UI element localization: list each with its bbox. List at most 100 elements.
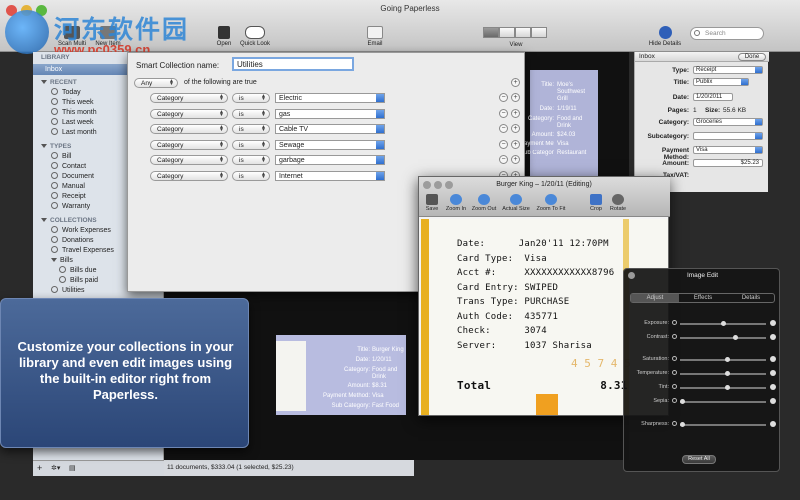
match-any-select[interactable]: Any ▲ ▼ [134,78,178,88]
payment-select[interactable]: Visa [693,146,763,154]
subcategory-select[interactable] [693,132,763,140]
remove-rule-button[interactable]: − [499,139,508,149]
sidebar-item-bills-due[interactable]: Bills due [51,266,114,276]
remove-rule-button[interactable]: − [499,155,508,164]
slider-track[interactable] [680,422,766,427]
collection-name-input[interactable]: Utilities [232,57,354,71]
editor-minimize-button[interactable] [434,181,442,189]
editor-save-button[interactable]: Save [421,194,443,212]
slider-knob[interactable] [724,371,730,376]
rule-operator-select[interactable]: is▲▼ [232,93,270,103]
slider-track[interactable] [680,335,766,340]
view-columns-button[interactable] [515,27,531,38]
sidebar-item-work-expenses[interactable]: Work Expenses [51,226,114,236]
rule-operator-select[interactable]: is▲▼ [232,139,270,150]
add-rule-button[interactable]: + [511,108,520,118]
slider-knob[interactable] [680,422,685,427]
add-rule-button[interactable]: + [511,78,520,87]
slider-knob[interactable] [680,399,685,404]
sidebar-item-travel-expenses[interactable]: Travel Expenses [51,246,114,256]
title-field[interactable]: Publix [693,78,749,86]
slider-track[interactable] [680,399,766,404]
done-button[interactable]: Done [738,53,766,61]
editor-actual-size-button[interactable]: Actual Size [499,194,533,212]
add-rule-button[interactable]: + [511,93,520,102]
document-card-moes[interactable]: Title: Moe's Southwest Grill Date: 1/19/… [520,70,598,180]
editor-crop-button[interactable]: Crop [585,194,607,212]
rule-operator-select[interactable]: is▲▼ [232,170,270,181]
slider-track[interactable] [680,371,766,376]
view-list-button[interactable] [499,27,515,38]
amount-field[interactable]: $25.23 [693,159,763,167]
tab-effects[interactable]: Effects [679,294,727,302]
editor-rotate-button[interactable]: Rotate [607,194,629,212]
reset-all-button[interactable]: Reset All [682,455,716,464]
sidebar-item-last-month[interactable]: Last month [51,128,97,138]
sidebar-item-this-week[interactable]: This week [51,98,97,108]
rule-field-select[interactable]: Category▲▼ [150,124,228,134]
sidebar-item-bills-paid[interactable]: Bills paid [51,276,114,286]
editor-zoom-button[interactable] [445,181,453,189]
add-rule-button[interactable]: + [511,155,520,164]
sidebar-toggle-button[interactable]: ▤ [69,464,76,472]
rule-field-select[interactable]: Category▲▼ [150,139,228,150]
rule-field-select[interactable]: Category▲▼ [150,108,228,119]
category-select[interactable]: Groceries [693,118,763,126]
rule-value-field[interactable]: Cable TV [275,124,385,134]
sidebar-item-bill[interactable]: Bill [51,152,94,162]
tab-adjust[interactable]: Adjust [631,294,679,302]
document-card-burger-king[interactable]: Title: Burger King Date: 1/20/11 Categor… [276,335,406,415]
rule-value-field[interactable]: garbage [275,155,385,165]
add-collection-button[interactable]: + [37,463,42,473]
sidebar-item-last-week[interactable]: Last week [51,118,97,128]
rule-field-select[interactable]: Category▲▼ [150,170,228,181]
rule-operator-select[interactable]: is▲▼ [232,155,270,165]
add-rule-button[interactable]: + [511,139,520,149]
type-select[interactable]: Receipt [693,66,763,74]
view-grid-button[interactable] [483,27,499,38]
disclosure-icon[interactable] [41,80,47,84]
add-rule-button[interactable]: + [511,124,520,133]
sidebar-item-utilities[interactable]: Utilities [51,286,114,296]
rule-field-select[interactable]: Category▲▼ [150,93,228,103]
rule-value-field[interactable]: Electric [275,93,385,103]
rule-operator-select[interactable]: is▲▼ [232,108,270,119]
slider-knob[interactable] [732,335,738,340]
sidebar-item-bills-folder[interactable]: Bills [51,256,114,266]
rule-value-field[interactable]: gas [275,108,385,119]
sidebar-item-contact[interactable]: Contact [51,162,94,172]
disclosure-icon[interactable] [41,144,47,148]
sidebar-item-manual[interactable]: Manual [51,182,94,192]
rule-operator-select[interactable]: is▲▼ [232,124,270,134]
quick-look-button[interactable]: Quick Look [236,26,274,47]
editor-zoom-to-fit-button[interactable]: Zoom To Fit [533,194,569,212]
slider-track[interactable] [680,385,766,390]
open-button[interactable]: Open [212,26,236,47]
rule-field-select[interactable]: Category▲▼ [150,155,228,165]
slider-knob[interactable] [724,385,730,390]
email-button[interactable]: Email [362,26,388,47]
sidebar-item-today[interactable]: Today [51,88,97,98]
remove-rule-button[interactable]: − [499,93,508,102]
editor-close-button[interactable] [423,181,431,189]
date-field[interactable]: 1/20/2011 [693,93,733,101]
editor-zoom-out-button[interactable]: Zoom Out [469,194,499,212]
hide-details-button[interactable]: Hide Details [646,26,684,47]
sidebar-item-document[interactable]: Document [51,172,94,182]
disclosure-icon[interactable] [51,258,57,262]
tab-details[interactable]: Details [727,294,775,302]
sidebar-item-donations[interactable]: Donations [51,236,114,246]
remove-rule-button[interactable]: − [499,124,508,133]
rule-value-field[interactable]: Internet [275,170,385,181]
sidebar-item-this-month[interactable]: This month [51,108,97,118]
slider-track[interactable] [680,321,766,326]
editor-zoom-in-button[interactable]: Zoom In [443,194,469,212]
slider-knob[interactable] [720,321,726,326]
sidebar-item-warranty[interactable]: Warranty [51,202,94,212]
search-input[interactable]: Search [690,27,764,40]
view-chart-button[interactable] [531,27,547,38]
slider-knob[interactable] [724,357,730,362]
rule-value-field[interactable]: Sewage [275,139,385,150]
sidebar-item-receipt[interactable]: Receipt [51,192,94,202]
slider-track[interactable] [680,357,766,362]
